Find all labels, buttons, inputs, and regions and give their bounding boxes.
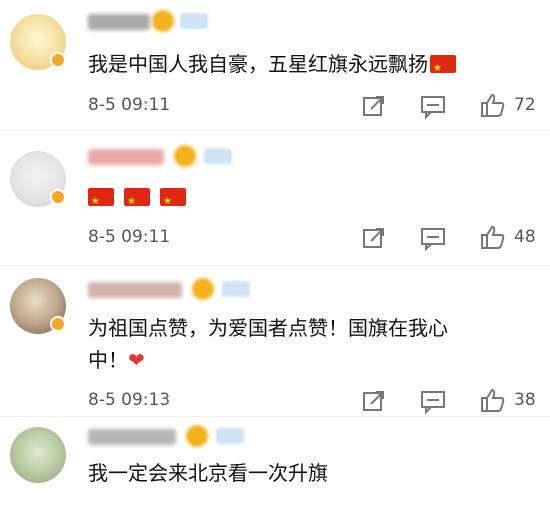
comment-icon[interactable]	[420, 93, 446, 119]
crown-badge-icon	[152, 10, 174, 32]
china-flag-icon	[430, 53, 456, 85]
member-badge-icon	[204, 148, 232, 164]
comment-icon[interactable]	[420, 388, 446, 414]
member-badge-icon	[222, 281, 250, 297]
comment-text	[88, 181, 196, 218]
comment-item: 我一定会来北京看一次升旗	[0, 417, 550, 517]
comment-time: 8-5 09:13	[88, 390, 171, 410]
like-count: 38	[514, 390, 536, 410]
verified-badge-icon	[50, 189, 66, 205]
share-icon[interactable]	[361, 93, 387, 119]
thumbs-up-icon[interactable]	[480, 387, 506, 413]
crown-badge-icon	[192, 278, 214, 300]
comment-item: 我是中国人我自豪，五星红旗永远飘扬 8-5 09:11 72	[0, 0, 550, 131]
comment-time: 8-5 09:11	[88, 227, 171, 247]
crown-badge-icon	[186, 425, 208, 447]
comment-text-line: 为祖国点赞，为爱国者点赞！国旗在我心	[88, 316, 448, 340]
comment-text-line: 中！	[88, 348, 128, 372]
like-count: 72	[514, 95, 536, 115]
china-flag-icon	[160, 186, 186, 218]
verified-badge-icon	[50, 52, 66, 68]
member-badge-icon	[216, 428, 244, 444]
share-icon[interactable]	[361, 225, 387, 251]
comment-text: 我是中国人我自豪，五星红旗永远飘扬	[88, 48, 456, 85]
username-blurred[interactable]	[88, 429, 176, 445]
thumbs-up-icon[interactable]	[480, 224, 506, 250]
verified-badge-icon	[50, 316, 66, 332]
username-blurred[interactable]	[88, 282, 182, 298]
comment-text-line-2: 中！❤	[88, 344, 448, 376]
member-badge-icon	[180, 13, 208, 29]
comment-text: 为祖国点赞，为爱国者点赞！国旗在我心 中！❤	[88, 312, 448, 376]
china-flag-icon	[124, 186, 150, 218]
comment-item: 8-5 09:11 48	[0, 131, 550, 266]
comment-text: 我一定会来北京看一次升旗	[88, 461, 328, 485]
comment-icon[interactable]	[420, 225, 446, 251]
avatar[interactable]	[10, 427, 66, 483]
comment-item: 为祖国点赞，为爱国者点赞！国旗在我心 中！❤ 8-5 09:13 38	[0, 266, 550, 417]
like-count: 48	[514, 227, 536, 247]
comment-text-content: 我是中国人我自豪，五星红旗永远飘扬	[88, 52, 428, 76]
share-icon[interactable]	[361, 388, 387, 414]
crown-badge-icon	[174, 145, 196, 167]
username-blurred[interactable]	[88, 149, 164, 165]
comment-time: 8-5 09:11	[88, 95, 171, 115]
china-flag-icon	[88, 186, 114, 218]
thumbs-up-icon[interactable]	[480, 92, 506, 118]
red-heart-icon: ❤	[128, 348, 145, 372]
username-blurred[interactable]	[88, 14, 150, 30]
